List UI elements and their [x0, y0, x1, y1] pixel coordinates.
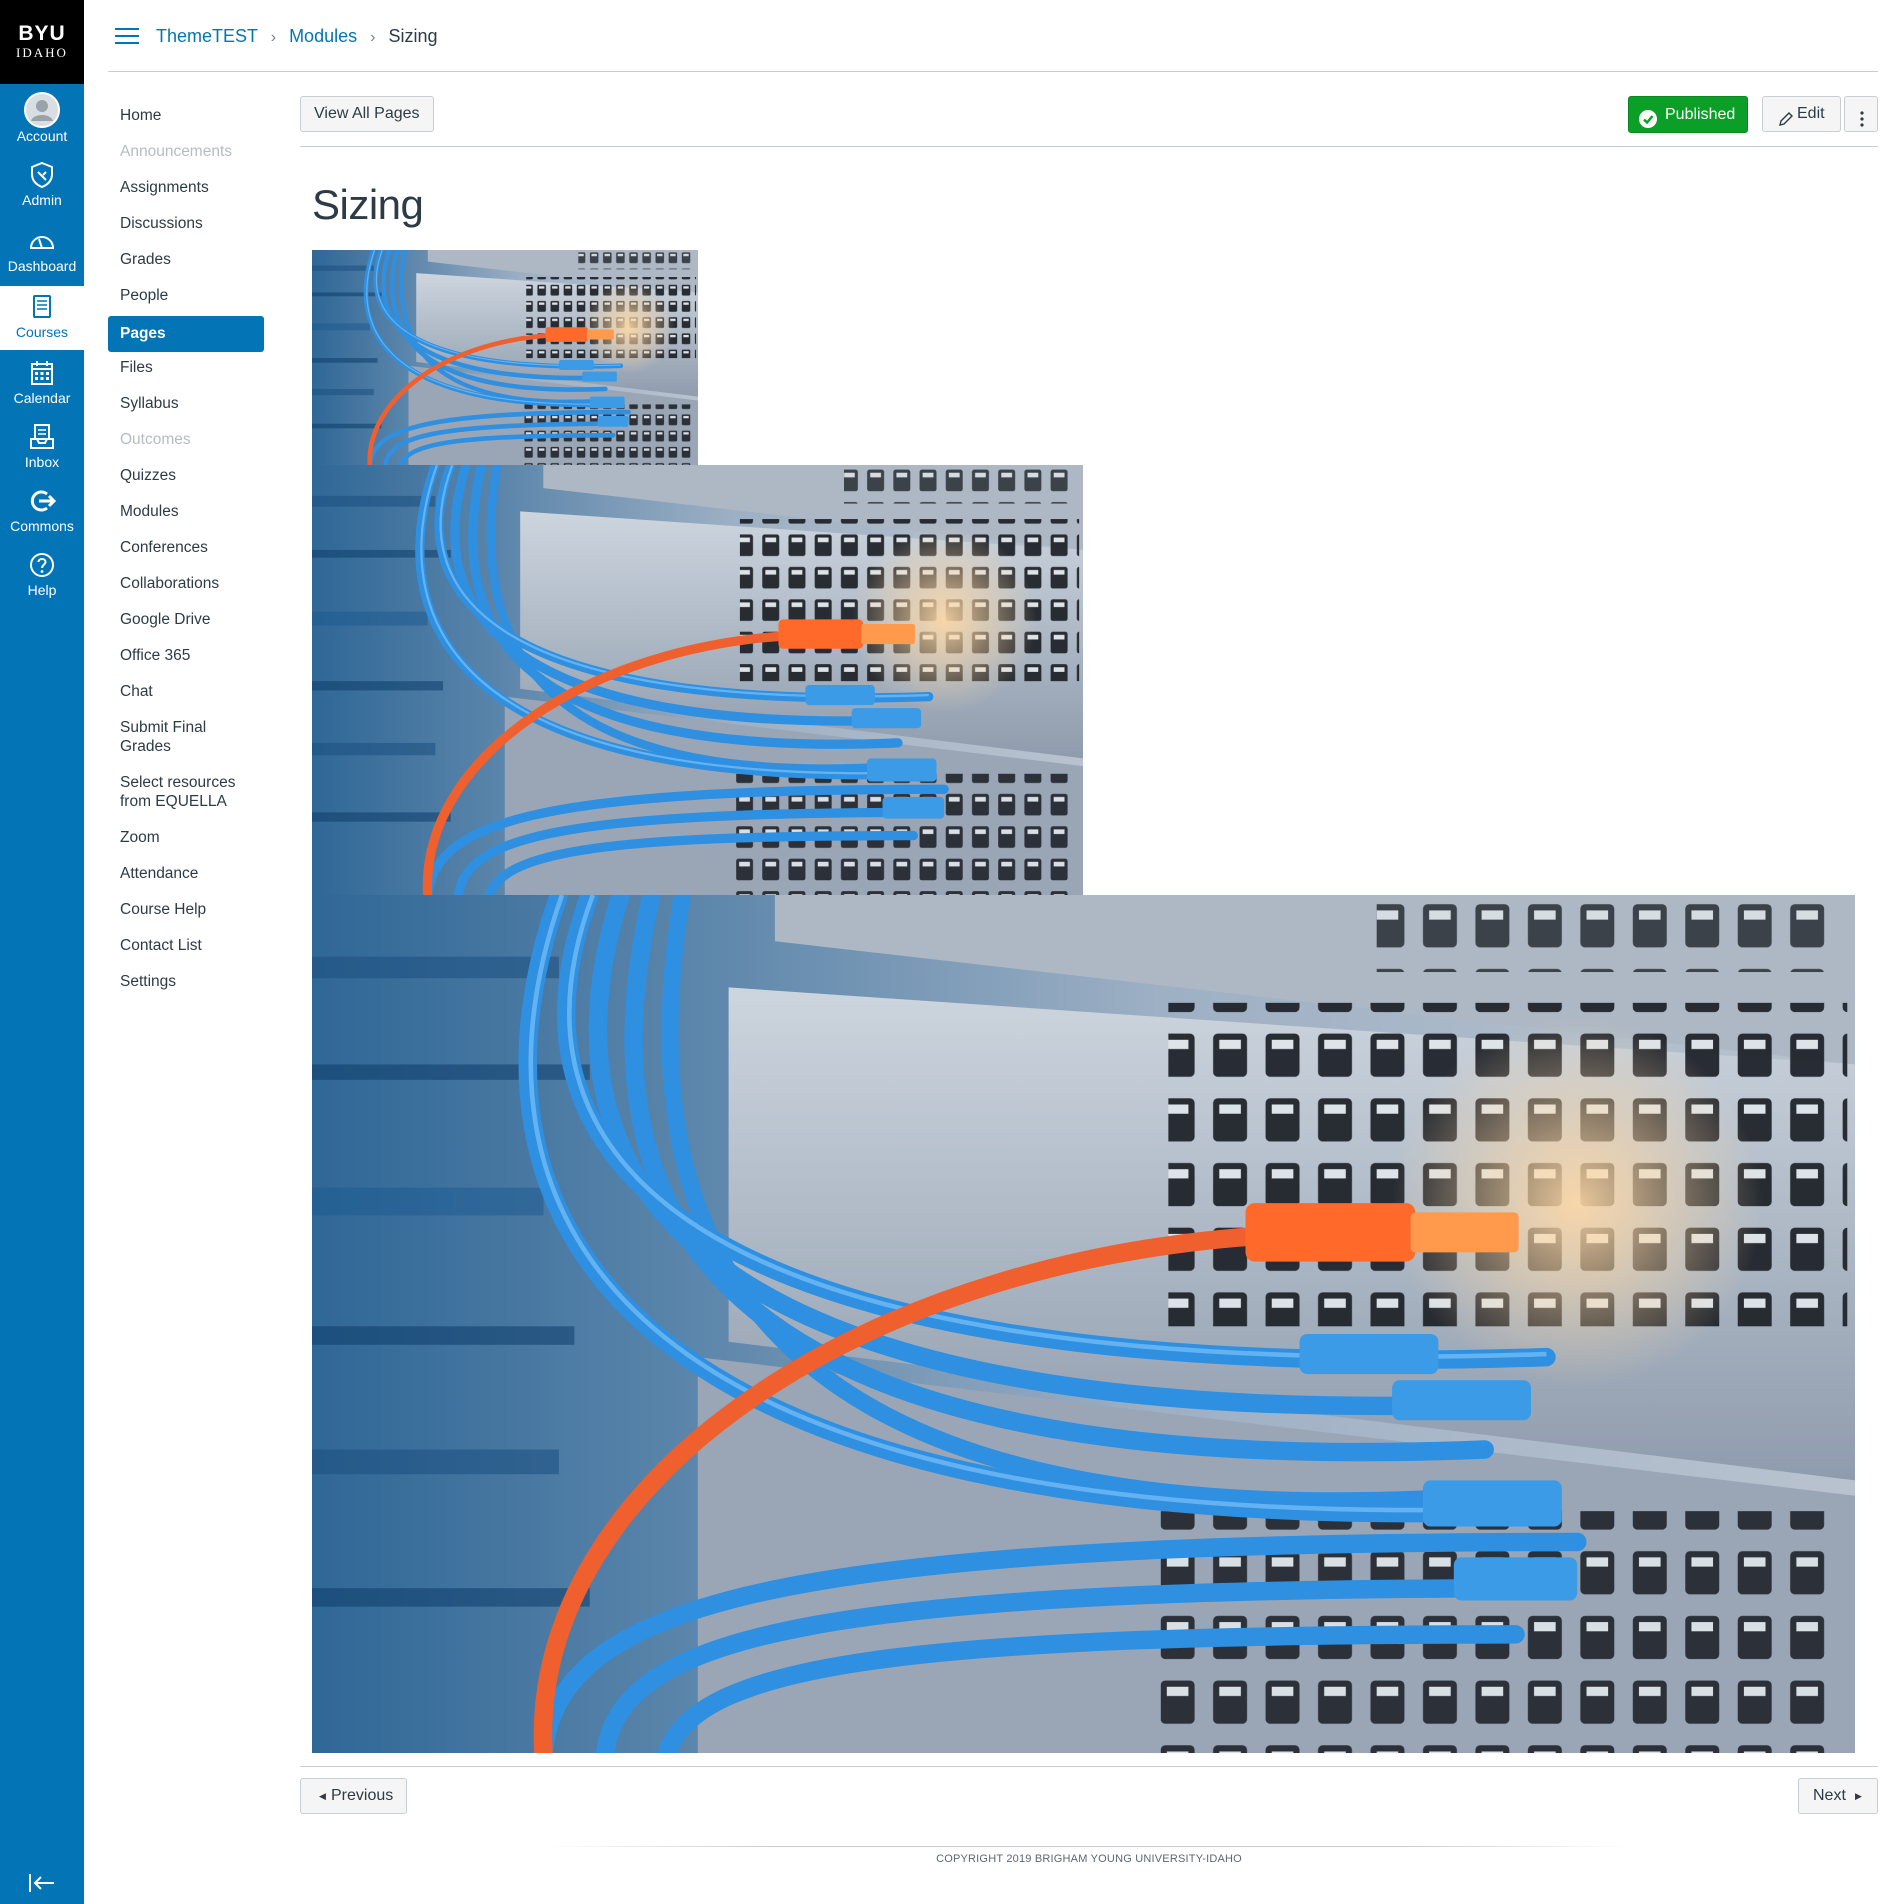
network-cables-photo-small: [312, 250, 698, 465]
global-nav-calendar[interactable]: Calendar: [0, 352, 84, 416]
kebab-menu-icon: [1860, 106, 1864, 140]
course-nav-assignments[interactable]: Assignments: [108, 172, 264, 208]
course-nav-announcements[interactable]: Announcements: [108, 136, 264, 172]
published-button[interactable]: Published: [1628, 96, 1748, 133]
book-icon: [27, 286, 57, 324]
inbox-icon: [27, 416, 57, 454]
global-nav-inbox-label: Inbox: [24, 454, 60, 470]
published-label: Published: [1665, 106, 1736, 123]
course-nav-collaborations[interactable]: Collaborations: [108, 568, 264, 604]
course-nav-google-drive[interactable]: Google Drive: [108, 604, 264, 640]
global-nav-commons[interactable]: Commons: [0, 480, 84, 544]
course-nav-grades[interactable]: Grades: [108, 244, 264, 280]
logo-text-line1: BYU: [18, 22, 66, 45]
avatar-icon: [24, 90, 60, 128]
previous-label: Previous: [331, 1787, 394, 1804]
next-button[interactable]: Next ▶: [1798, 1778, 1878, 1814]
network-cables-photo-large: [312, 895, 1855, 1753]
global-nav-inbox[interactable]: Inbox: [0, 416, 84, 480]
global-nav-commons-label: Commons: [10, 518, 74, 534]
previous-button[interactable]: ◀ Previous: [300, 1778, 408, 1814]
course-nav-select-resources-from-equella[interactable]: Select resources from EQUELLA: [108, 767, 264, 822]
page-title: Sizing: [312, 181, 424, 228]
hamburger-menu-icon[interactable]: [114, 26, 140, 46]
commons-icon: [27, 480, 57, 518]
footer-divider: [548, 1846, 1628, 1847]
breadcrumb-course[interactable]: ThemeTEST: [156, 26, 258, 46]
course-nav-modules[interactable]: Modules: [108, 496, 264, 532]
collapse-nav-icon[interactable]: [27, 1872, 57, 1894]
breadcrumb-separator: ›: [270, 29, 277, 46]
course-nav-course-help[interactable]: Course Help: [108, 894, 264, 930]
course-nav-contact-list[interactable]: Contact List: [108, 930, 264, 966]
toolbar-divider: [300, 146, 1878, 147]
course-navigation: Home Announcements Assignments Discussions G…: [108, 100, 264, 1002]
global-nav-calendar-label: Calendar: [13, 390, 71, 406]
course-nav-outcomes[interactable]: Outcomes: [108, 424, 264, 460]
caret-right-icon: ▶: [1855, 1791, 1862, 1801]
course-nav-chat[interactable]: Chat: [108, 676, 264, 712]
global-nav-account-label: Account: [16, 128, 68, 144]
course-nav-pages[interactable]: Pages: [108, 316, 264, 352]
global-nav-help[interactable]: Help: [0, 544, 84, 608]
next-label: Next: [1813, 1787, 1846, 1804]
global-navigation: BYU IDAHO Account Admin Dashboard Course…: [0, 0, 84, 1904]
shield-icon: [27, 154, 57, 192]
calendar-icon: [27, 352, 57, 390]
global-nav-account[interactable]: Account: [0, 90, 84, 154]
course-nav-submit-final-grades[interactable]: Submit Final Grades: [108, 712, 264, 767]
global-nav-help-label: Help: [27, 582, 57, 598]
course-nav-settings[interactable]: Settings: [108, 966, 264, 1002]
breadcrumb: ThemeTEST › Modules › Sizing: [156, 22, 438, 52]
course-nav-people[interactable]: People: [108, 280, 264, 316]
edit-button[interactable]: Edit: [1762, 96, 1841, 132]
view-all-pages-button[interactable]: View All Pages: [300, 96, 434, 132]
breadcrumb-modules[interactable]: Modules: [289, 26, 357, 46]
speedometer-icon: [27, 220, 57, 258]
help-icon: [27, 544, 57, 582]
copyright-text: COPYRIGHT 2019 BRIGHAM YOUNG UNIVERSITY-…: [936, 1853, 1242, 1865]
global-nav-dashboard-label: Dashboard: [7, 258, 77, 274]
course-nav-office-365[interactable]: Office 365: [108, 640, 264, 676]
global-nav-courses[interactable]: Courses: [0, 286, 84, 350]
edit-label: Edit: [1797, 105, 1825, 122]
network-cables-photo-medium: [312, 465, 1083, 895]
course-nav-syllabus[interactable]: Syllabus: [108, 388, 264, 424]
breadcrumb-separator: ›: [370, 29, 376, 46]
course-nav-conferences[interactable]: Conferences: [108, 532, 264, 568]
course-nav-quizzes[interactable]: Quizzes: [108, 460, 264, 496]
pencil-icon: [1778, 106, 1794, 140]
global-nav-courses-label: Courses: [15, 324, 69, 340]
course-nav-zoom[interactable]: Zoom: [108, 822, 264, 858]
breadcrumb-current-page: Sizing: [388, 26, 438, 46]
course-nav-home[interactable]: Home: [108, 100, 264, 136]
content-bottom-divider: [300, 1766, 1878, 1767]
caret-left-icon: ◀: [319, 1791, 326, 1801]
global-nav-admin[interactable]: Admin: [0, 154, 84, 218]
course-nav-files[interactable]: Files: [108, 352, 264, 388]
page-header: ThemeTEST › Modules › Sizing: [108, 0, 1878, 72]
global-nav-admin-label: Admin: [22, 192, 62, 208]
global-nav-dashboard[interactable]: Dashboard: [0, 220, 84, 284]
byu-idaho-logo[interactable]: BYU IDAHO: [0, 0, 84, 84]
more-options-button[interactable]: [1844, 96, 1878, 132]
checkmark-icon: [1639, 106, 1657, 128]
logo-text-line2: IDAHO: [16, 45, 68, 60]
course-nav-discussions[interactable]: Discussions: [108, 208, 264, 244]
course-nav-attendance[interactable]: Attendance: [108, 858, 264, 894]
